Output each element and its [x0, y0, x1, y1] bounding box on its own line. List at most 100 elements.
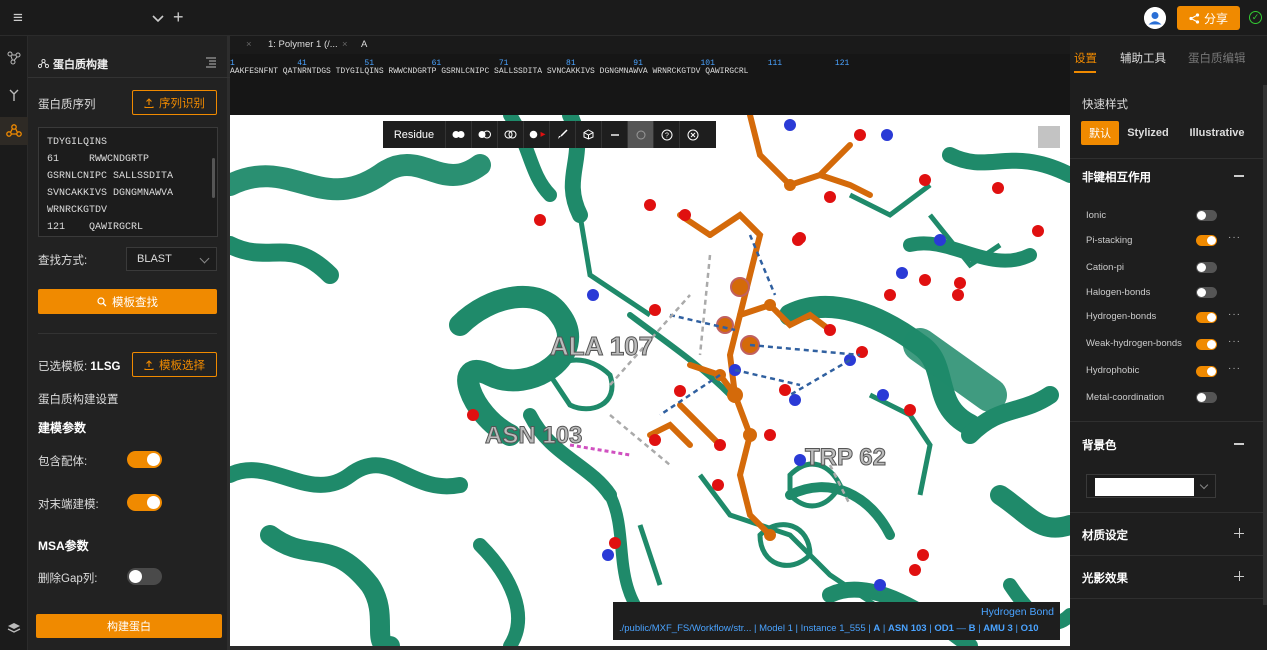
build-protein-button[interactable]: 构建蛋白: [36, 614, 222, 638]
search-icon: [97, 296, 107, 306]
disabled-tool-icon[interactable]: [627, 121, 653, 148]
tab-protein-edit[interactable]: 蛋白质编辑: [1188, 50, 1246, 66]
divider: [1070, 158, 1267, 159]
panel-header: 蛋白质构建: [38, 56, 108, 72]
tab-settings[interactable]: 设置: [1074, 50, 1097, 66]
quick-style-label: 快速样式: [1082, 99, 1128, 111]
sequence-strip[interactable]: 1 41 51 61 71 81 91 101 111 121 AAKFESNF…: [230, 54, 1070, 115]
chevron-down-icon: [1199, 480, 1209, 490]
bg-color-select[interactable]: [1086, 474, 1216, 498]
interaction-label: Pi-stacking: [1086, 235, 1133, 246]
add-tab-icon[interactable]: +: [173, 6, 189, 28]
tab-chain-a[interactable]: A: [361, 39, 367, 50]
top-bar: ≡ + 分享 ✓: [0, 0, 1267, 36]
template-select-button[interactable]: 模板选择: [132, 352, 217, 377]
color-swatch: [1095, 478, 1194, 496]
minus-icon[interactable]: [601, 121, 627, 148]
share-icon: [1189, 12, 1200, 24]
style-illustrative-button[interactable]: Illustrative: [1177, 121, 1257, 145]
halogen-bonds-toggle[interactable]: [1196, 287, 1217, 298]
expand-icon[interactable]: [1234, 571, 1244, 581]
panel-title: 蛋白质构建: [53, 59, 108, 71]
status-path: ./public/MXF_FS/Workflow/str... | Model …: [619, 623, 1039, 634]
upload-icon: [144, 359, 154, 370]
seq-label: 蛋白质序列: [38, 99, 96, 111]
divider: [1070, 421, 1267, 422]
sequence-textarea[interactable]: TDYGILQINS 61 RWWCNDGRTP GSRNLCNIPC SALL…: [38, 127, 218, 237]
model-params-heading: 建模参数: [38, 421, 87, 435]
seq-line: GSRNLCNIPC SALLSSDITA: [47, 171, 174, 182]
protein-structure-render[interactable]: ALA 107 ASN 103 TRP 62: [230, 115, 1070, 646]
seq-line: 61 RWWCNDGRTP: [47, 154, 150, 165]
residue-label-trp: TRP 62: [805, 444, 886, 471]
panel-scrollbar[interactable]: [1263, 85, 1267, 605]
chevron-down-icon[interactable]: [150, 9, 166, 27]
search-method-select[interactable]: BLAST: [126, 247, 217, 271]
close-circle-icon[interactable]: [679, 121, 705, 148]
layers-icon[interactable]: [4, 618, 24, 638]
more-icon[interactable]: ···: [1228, 309, 1241, 320]
ball-stick-icon[interactable]: [445, 121, 471, 148]
help-icon[interactable]: ?: [653, 121, 679, 148]
interaction-label: Weak-hydrogen-bonds: [1086, 338, 1182, 349]
tab-tools[interactable]: 辅助工具: [1120, 50, 1166, 66]
interaction-label: Ionic: [1086, 210, 1107, 221]
cube-icon[interactable]: [575, 121, 601, 148]
more-icon[interactable]: ···: [1228, 363, 1241, 374]
hamburger-menu-icon[interactable]: ≡: [8, 8, 28, 28]
weak-hydrogen-bonds-toggle[interactable]: [1196, 339, 1217, 350]
expand-icon[interactable]: [1234, 528, 1244, 538]
molecule-icon[interactable]: [4, 48, 24, 68]
include-ligand-label: 包含配体:: [38, 456, 88, 468]
divider: [38, 333, 217, 334]
settings-panel: 设置 辅助工具 蛋白质编辑 快速样式 默认 Stylized Illustrat…: [1070, 36, 1267, 650]
sphere-icon[interactable]: ▸: [523, 121, 549, 148]
cursor-icon[interactable]: [1038, 126, 1060, 148]
more-icon[interactable]: ···: [1228, 232, 1241, 243]
protein-small-icon: [38, 59, 49, 69]
include-ligand-toggle[interactable]: [127, 451, 162, 468]
collapse-icon[interactable]: [1234, 175, 1244, 177]
pi-stacking-toggle[interactable]: [1196, 235, 1217, 246]
terminal-model-label: 对末端建模:: [38, 499, 99, 511]
brush-icon[interactable]: [549, 121, 575, 148]
more-icon[interactable]: ···: [1228, 336, 1241, 347]
interaction-label: Cation-pi: [1086, 262, 1125, 273]
hydrogen-bonds-toggle[interactable]: [1196, 312, 1217, 323]
ionic-toggle[interactable]: [1196, 210, 1217, 221]
textarea-scrollbar[interactable]: [212, 158, 215, 198]
tab-polymer-1[interactable]: 1: Polymer 1 (/...: [268, 39, 338, 50]
list-menu-icon[interactable]: [205, 56, 217, 68]
style-default-button[interactable]: 默认: [1081, 121, 1119, 145]
metal-coordination-toggle[interactable]: [1196, 392, 1217, 403]
molecule-viewer[interactable]: ALA 107 ASN 103 TRP 62 Residue ▸ ? Hydro…: [230, 115, 1070, 646]
active-tab-indicator: [1074, 71, 1096, 73]
style-stylized-button[interactable]: Stylized: [1119, 121, 1177, 145]
half-sphere-icon[interactable]: [471, 121, 497, 148]
terminal-model-toggle[interactable]: [127, 494, 162, 511]
interaction-label: Hydrophobic: [1086, 365, 1140, 376]
residue-label-ala: ALA 107: [550, 331, 653, 361]
msa-params-heading: MSA参数: [38, 539, 89, 553]
interaction-label: Halogen-bonds: [1086, 287, 1151, 298]
cation-pi-toggle[interactable]: [1196, 262, 1217, 273]
branch-icon[interactable]: [4, 85, 24, 105]
build-settings-label: 蛋白质构建设置: [38, 394, 119, 406]
template-search-button[interactable]: 模板查找: [38, 289, 217, 314]
sequence-residues: AAKFESNFNT QATNRNTDGS TDYGILQINS RWWCNDG…: [230, 67, 749, 76]
bg-color-heading: 背景色: [1082, 440, 1117, 452]
style-buttons: 默认 Stylized Illustrative: [1081, 121, 1257, 145]
seq-recognize-button[interactable]: 序列识别: [132, 90, 217, 115]
delete-gap-toggle[interactable]: [127, 568, 162, 585]
hydrophobic-toggle[interactable]: [1196, 366, 1217, 377]
activity-bar: [0, 36, 28, 650]
share-button[interactable]: 分享: [1177, 6, 1240, 30]
status-ok-icon: ✓: [1249, 11, 1262, 24]
overlap-sphere-icon[interactable]: [497, 121, 523, 148]
seq-line: WRNRCKGTDV: [47, 205, 108, 216]
protein-build-icon[interactable]: [0, 117, 28, 145]
interaction-label: Hydrogen-bonds: [1086, 311, 1157, 322]
residue-mode-button[interactable]: Residue: [383, 121, 445, 148]
user-avatar-icon[interactable]: [1144, 7, 1166, 29]
collapse-icon[interactable]: [1234, 443, 1244, 445]
